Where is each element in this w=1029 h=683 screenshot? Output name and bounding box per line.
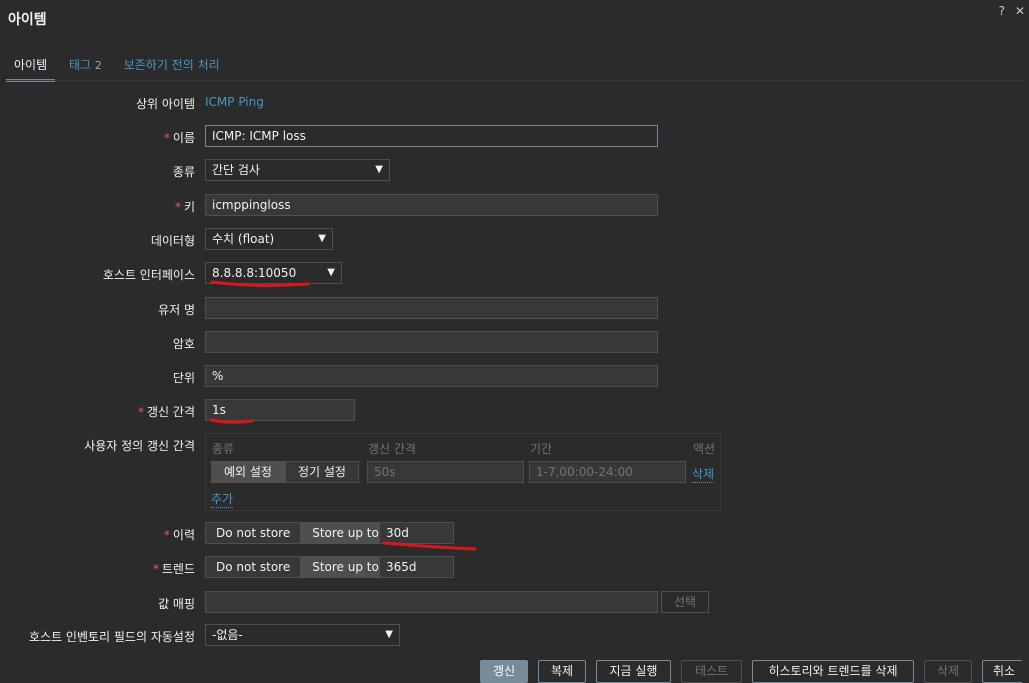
annotation-overlay (209, 280, 477, 551)
annotation-underline-history (382, 541, 477, 551)
annotation-underline-interval (209, 418, 254, 424)
annotation-underline-interface (210, 280, 310, 288)
